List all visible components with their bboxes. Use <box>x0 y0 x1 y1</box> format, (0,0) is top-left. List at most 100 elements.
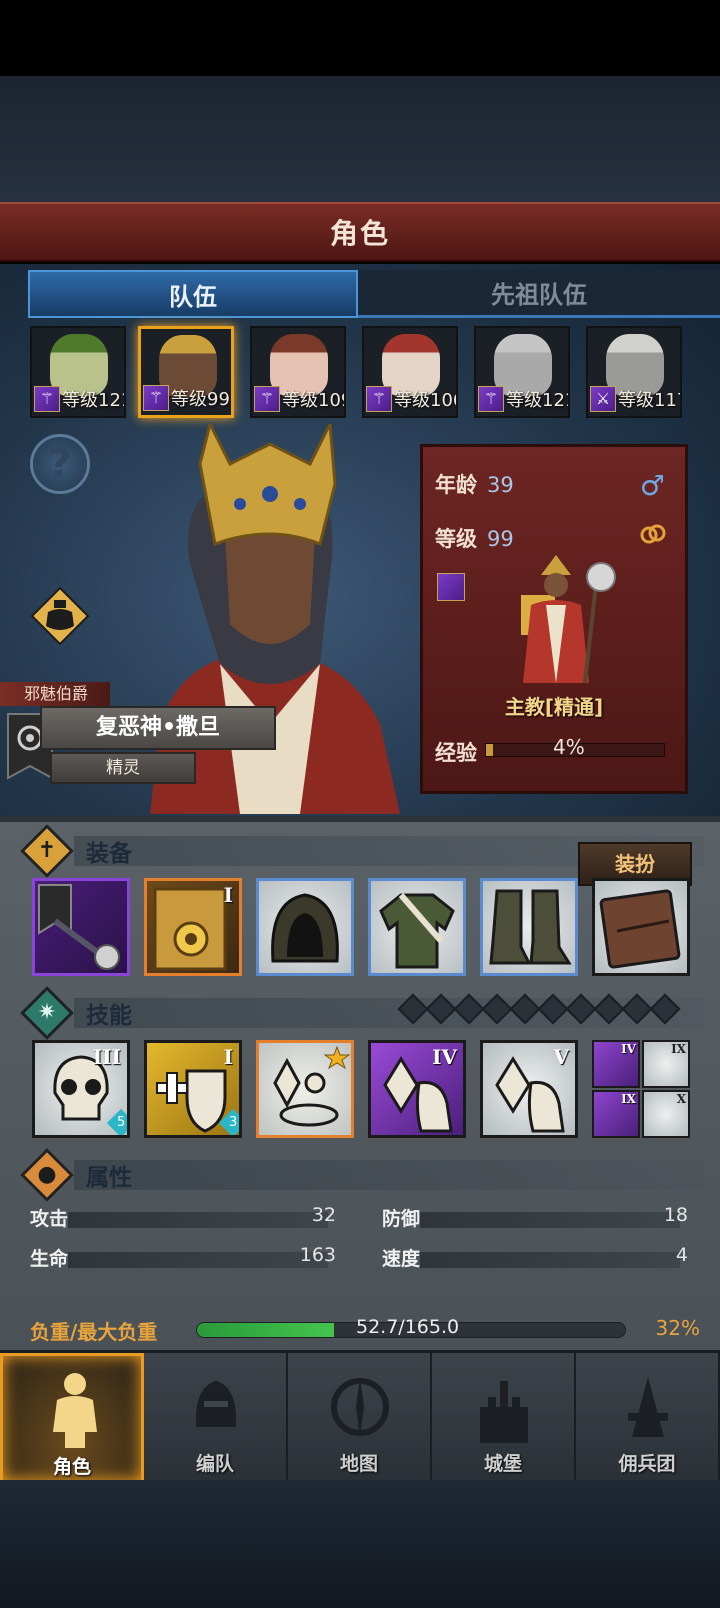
nav-mercenary[interactable]: 佣兵团 <box>576 1353 720 1483</box>
attack-stat: 攻击 32 <box>30 1204 336 1234</box>
party-member-5[interactable]: ⚚ 等级121 <box>474 326 570 418</box>
page-title: 角色 <box>329 217 390 250</box>
bishop-figure-art <box>521 555 616 684</box>
party-level: 等级99 <box>171 389 230 410</box>
bottom-navigation: 角色 编队 地图 城堡 佣兵团 <box>0 1350 720 1483</box>
passive-skill-4[interactable]: X <box>642 1090 690 1138</box>
help-button[interactable]: ? <box>30 434 90 494</box>
mercenary-icon <box>628 1377 668 1437</box>
person-icon: ● <box>37 1162 57 1187</box>
weight-label: 负重/最大负重 <box>30 1320 158 1344</box>
party-member-3[interactable]: ⚚ 等级109 <box>250 326 346 418</box>
stat-bar <box>420 1252 680 1268</box>
hero-name: 复恶神•撒旦 <box>40 706 276 750</box>
hero-class-name: 主教[精通] <box>504 695 604 719</box>
party-level: 等级121 <box>506 390 570 411</box>
castle-icon <box>480 1381 528 1443</box>
skill-rank-numeral: IV <box>432 1045 457 1069</box>
equip-slot-accessory[interactable] <box>592 878 690 976</box>
skills-header: ✷ 技能 <box>20 986 704 1040</box>
skill-slot-4[interactable]: IV <box>368 1040 466 1138</box>
party-member-1[interactable]: ⚚ 等级121 <box>30 326 126 418</box>
skill-slot-1[interactable]: III 5 <box>32 1040 130 1138</box>
staff-class-icon: ⚚ <box>366 386 392 412</box>
skill-slot-5[interactable]: V <box>480 1040 578 1138</box>
age-value: 39 <box>487 473 514 497</box>
skill-slot-dot <box>565 993 597 1025</box>
skill-rank-numeral: I <box>223 1045 233 1069</box>
age-row: 年龄 39 <box>435 469 514 499</box>
exp-value: 4% <box>553 735 585 759</box>
equip-slot-tome[interactable]: I <box>144 878 242 976</box>
crystal-prayer-icon <box>273 1045 351 1127</box>
passive-skill-2[interactable]: IX <box>642 1040 690 1088</box>
party-member-6[interactable]: ⚔ 等级117 <box>586 326 682 418</box>
skill-slot-dot <box>537 993 569 1025</box>
level-row: 等级 99 <box>435 523 514 553</box>
attack-value: 32 <box>311 1204 336 1226</box>
equip-slot-weapon[interactable] <box>32 878 130 976</box>
speed-stat: 速度 4 <box>382 1244 688 1274</box>
nav-formation[interactable]: 编队 <box>144 1353 288 1483</box>
skill-slot-dot <box>593 993 625 1025</box>
male-icon: ♂ <box>639 469 665 502</box>
nav-label: 城堡 <box>483 1453 522 1475</box>
tab-ancestor-team[interactable]: 先祖队伍 <box>358 270 720 318</box>
speed-label: 速度 <box>382 1248 421 1270</box>
skill-slot-dot <box>397 993 429 1025</box>
skill-slot-dot <box>481 993 513 1025</box>
hero-details-panel: ✝ 装备 装扮 I ✷ 技能 III 5 I 3 IV V IV IX IX X… <box>0 816 720 1350</box>
speed-value: 4 <box>675 1244 688 1266</box>
exp-bar-fill <box>486 744 494 756</box>
passive-skill-1[interactable]: IV <box>592 1040 640 1088</box>
skill-slot-2[interactable]: I 3 <box>144 1040 242 1138</box>
skills-title: 技能 <box>86 1003 132 1029</box>
hero-info-panel: 年龄 39 ♂ 等级 99 主教[精通] 经验 4% <box>420 444 688 794</box>
bottom-backdrop <box>0 1480 720 1608</box>
skill-slot-3[interactable] <box>256 1040 354 1138</box>
sword-class-icon: ⚔ <box>590 386 616 412</box>
tab-team[interactable]: 队伍 <box>28 270 358 318</box>
nav-label: 角色 <box>52 1456 91 1478</box>
tunic-icon <box>379 893 455 969</box>
hood-icon <box>271 893 339 963</box>
passive-skill-3[interactable]: IX <box>592 1090 640 1138</box>
attributes-header: ● 属性 <box>20 1148 704 1202</box>
title-bar: 角色 <box>0 202 720 262</box>
defense-value: 18 <box>663 1204 688 1226</box>
stat-bar <box>68 1212 328 1228</box>
skill-slot-dot <box>425 993 457 1025</box>
cross-icon: ✝ <box>37 838 57 863</box>
leather-book-icon <box>599 889 681 969</box>
hp-value: 163 <box>299 1244 336 1266</box>
equip-slot-feet[interactable] <box>480 878 578 976</box>
staff-class-icon: ⚚ <box>34 386 60 412</box>
nav-castle[interactable]: 城堡 <box>432 1353 576 1483</box>
skill-rank-numeral: IX <box>671 1042 686 1056</box>
compass-icon <box>331 1377 389 1437</box>
nav-label: 佣兵团 <box>618 1453 676 1475</box>
party-member-4[interactable]: ⚚ 等级106 <box>362 326 458 418</box>
rings-icon[interactable] <box>639 523 667 545</box>
party-level: 等级121 <box>62 390 126 411</box>
potion-icon[interactable] <box>30 586 90 646</box>
hero-race: 精灵 <box>50 752 196 784</box>
nav-character[interactable]: 角色 <box>0 1353 144 1483</box>
skill-slot-dot <box>621 993 653 1025</box>
helmet-icon <box>195 1381 237 1427</box>
equip-slot-head[interactable] <box>256 878 354 976</box>
nav-map[interactable]: 地图 <box>288 1353 432 1483</box>
skill-rank-numeral: IX <box>621 1092 636 1106</box>
staff-class-icon: ⚚ <box>478 386 504 412</box>
equip-slot-body[interactable] <box>368 878 466 976</box>
weight-percent: 32% <box>655 1316 700 1340</box>
nav-label: 编队 <box>195 1453 234 1475</box>
age-label: 年龄 <box>435 473 477 497</box>
hp-stat: 生命 163 <box>30 1244 336 1274</box>
party-member-2[interactable]: ⚚ 等级99 <box>138 326 234 418</box>
staff-class-icon <box>437 573 465 601</box>
knight-icon <box>53 1373 97 1448</box>
exp-label: 经验 <box>435 741 477 765</box>
skill-slot-dot <box>453 993 485 1025</box>
defense-stat: 防御 18 <box>382 1204 688 1234</box>
